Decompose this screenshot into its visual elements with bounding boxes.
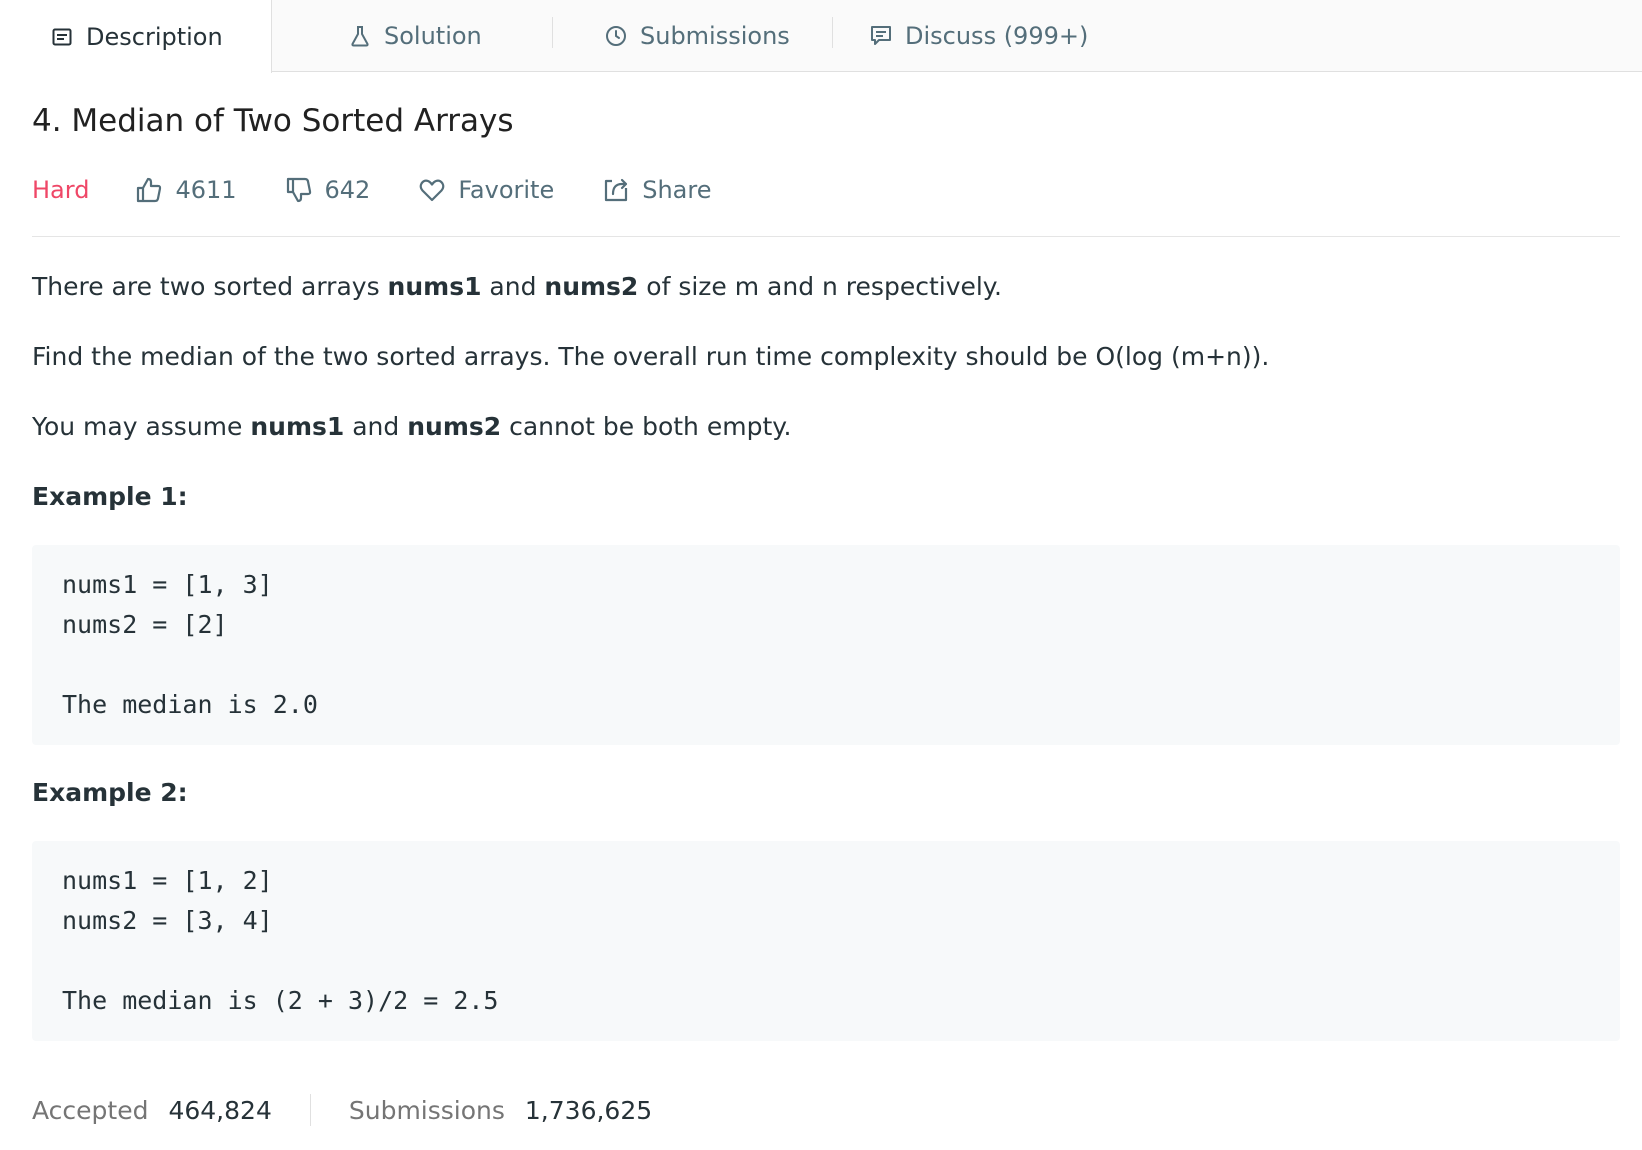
example-code-block: nums1 = [1, 3] nums2 = [2] The median is… [32, 545, 1620, 745]
thumbs-up-icon [135, 176, 163, 204]
text: and [481, 272, 545, 301]
text: There are two sorted arrays [32, 272, 388, 301]
text: and [344, 412, 408, 441]
code-line: The median is 2.0 [62, 690, 318, 719]
code-term: nums1 [250, 412, 345, 441]
tab-solution-label: Solution [384, 22, 482, 50]
share-button[interactable]: Share [602, 176, 712, 204]
accepted-value: 464,824 [168, 1095, 272, 1125]
code-term: nums2 [544, 272, 639, 301]
clock-icon [604, 24, 628, 48]
heart-icon [418, 176, 446, 204]
share-icon [602, 176, 630, 204]
stats-separator [309, 1094, 311, 1126]
code-line: The median is (2 + 3)/2 = 2.5 [62, 986, 499, 1015]
comment-icon [869, 24, 893, 48]
tab-solution[interactable]: Solution [348, 0, 482, 72]
tab-description[interactable]: Description [0, 0, 272, 73]
text: of size m and n respectively. [638, 272, 1002, 301]
tab-discuss[interactable]: Discuss (999+) [869, 0, 1088, 72]
tab-submissions-label: Submissions [640, 22, 790, 50]
code-line: nums2 = [2] [62, 610, 228, 639]
like-button[interactable]: 4611 [135, 176, 237, 204]
tab-submissions[interactable]: Submissions [604, 0, 790, 72]
example-heading: Example 1: [32, 482, 188, 511]
flask-icon [348, 24, 372, 48]
share-label: Share [642, 176, 712, 204]
tab-description-label: Description [86, 22, 223, 51]
example-code-block: nums1 = [1, 2] nums2 = [3, 4] The median… [32, 841, 1620, 1041]
submissions-label: Submissions [348, 1095, 505, 1125]
thumbs-down-icon [285, 176, 313, 204]
description-paragraph: Find the median of the two sorted arrays… [32, 342, 1270, 371]
favorite-label: Favorite [458, 176, 555, 204]
dislike-button[interactable]: 642 [285, 176, 371, 204]
tab-separator [552, 17, 553, 48]
tab-bar: Description Solution Submissions Discuss… [0, 0, 1642, 73]
code-line: nums1 = [1, 3] [62, 570, 273, 599]
description-paragraph: You may assume nums1 and nums2 cannot be… [32, 412, 791, 441]
code-line: nums1 = [1, 2] [62, 866, 273, 895]
acceptance-stats: Accepted 464,824 Submissions 1,736,625 [32, 1090, 652, 1130]
dislike-count: 642 [324, 176, 371, 204]
favorite-button[interactable]: Favorite [418, 176, 554, 204]
accepted-label: Accepted [32, 1095, 149, 1125]
description-icon [50, 25, 74, 49]
tab-discuss-label: Discuss (999+) [905, 22, 1089, 50]
problem-title: 4. Median of Two Sorted Arrays [32, 103, 514, 139]
code-line: nums2 = [3, 4] [62, 906, 273, 935]
submissions-value: 1,736,625 [524, 1095, 653, 1125]
code-term: nums2 [407, 412, 502, 441]
divider [32, 236, 1620, 237]
description-paragraph: There are two sorted arrays nums1 and nu… [32, 272, 1002, 301]
difficulty-badge: Hard [32, 176, 90, 204]
code-term: nums1 [387, 272, 482, 301]
problem-meta: Hard 4611 642 Favorite Share [32, 170, 760, 210]
tab-separator [832, 17, 833, 48]
example-heading: Example 2: [32, 778, 188, 807]
text: cannot be both empty. [501, 412, 792, 441]
text: You may assume [32, 412, 251, 441]
like-count: 4611 [175, 176, 237, 204]
